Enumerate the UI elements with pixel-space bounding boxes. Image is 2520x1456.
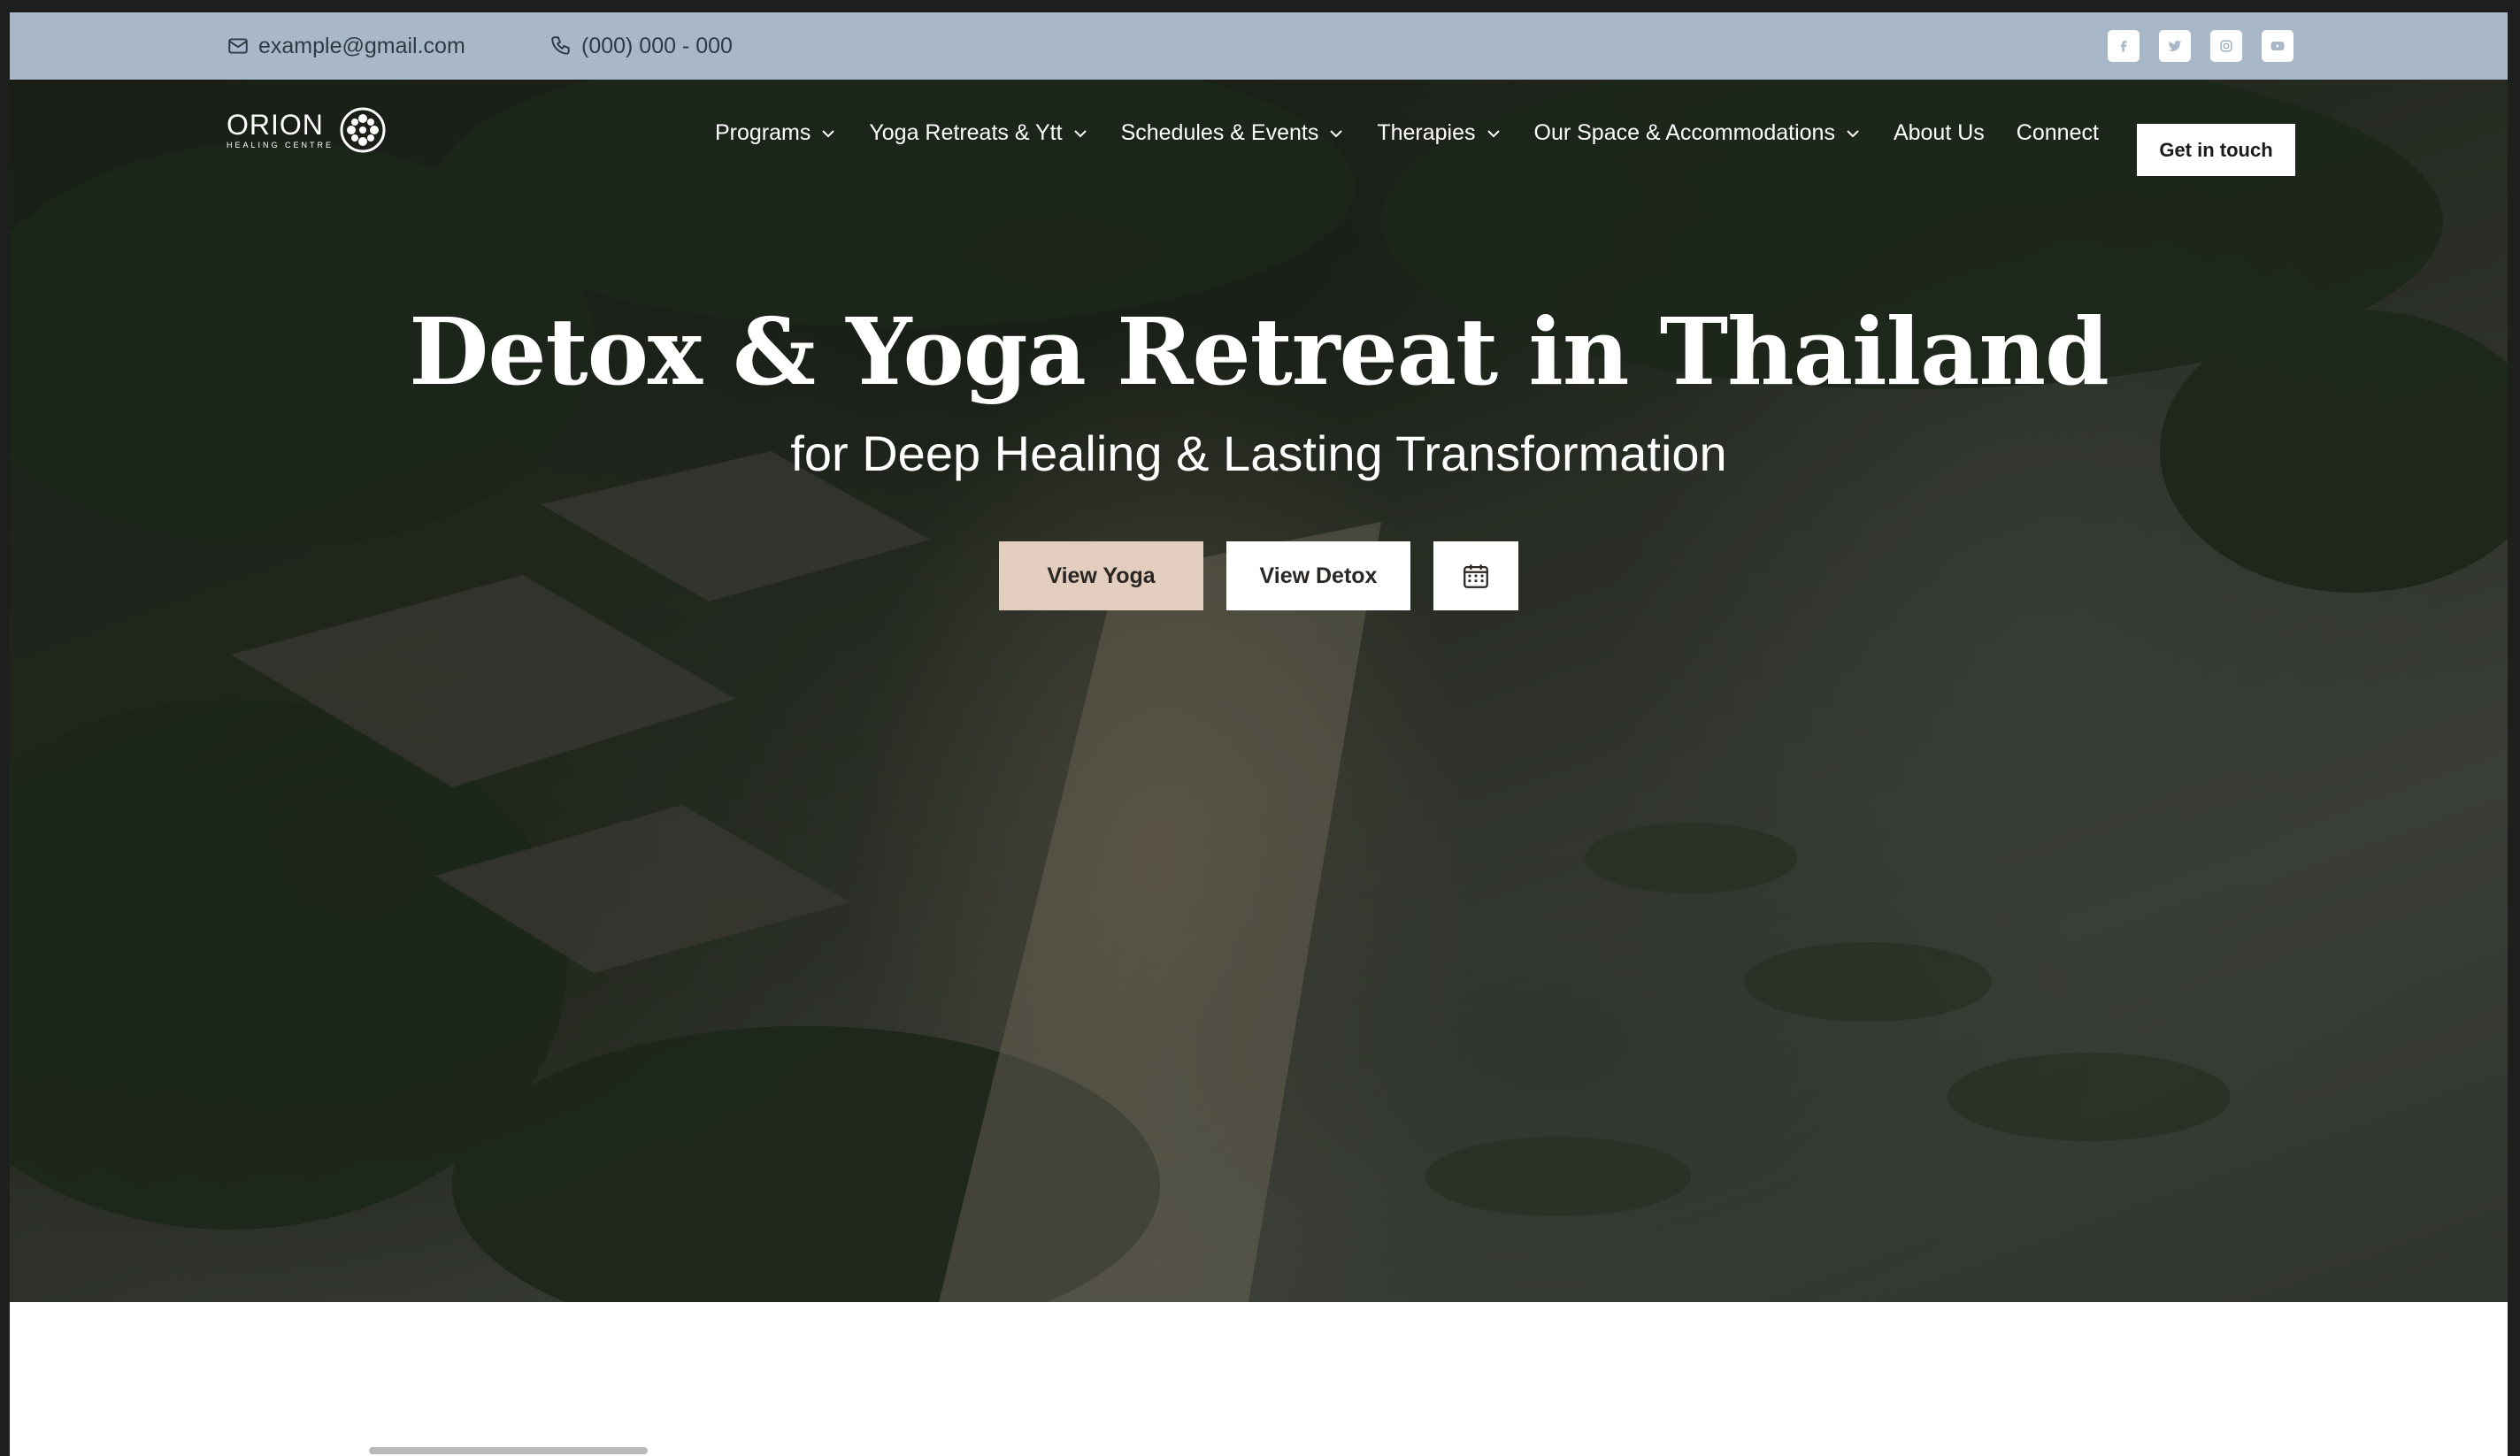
social-links xyxy=(2108,30,2293,62)
nav-label: Our Space & Accommodations xyxy=(1533,120,1835,145)
nav-item-yoga-retreats[interactable]: Yoga Retreats & Ytt xyxy=(869,120,1088,146)
logo-brand: ORION xyxy=(227,109,324,141)
nav-label: Programs xyxy=(715,120,811,145)
mail-icon xyxy=(228,38,248,54)
mandala-logo-icon xyxy=(340,107,386,153)
next-section xyxy=(10,1302,2508,1456)
nav-item-our-space[interactable]: Our Space & Accommodations xyxy=(1534,120,1862,146)
chevron-down-icon xyxy=(822,129,835,137)
nav-item-about-us[interactable]: About Us xyxy=(1894,120,1985,146)
top-info-bar: example@gmail.com (000) 000 - 000 xyxy=(10,12,2508,80)
main-navigation: ORION HEALING CENTRE Programs Yoga Retre… xyxy=(10,80,2508,195)
phone-text[interactable]: (000) 000 - 000 xyxy=(581,34,733,59)
youtube-icon[interactable] xyxy=(2262,30,2293,62)
logo-tagline: HEALING CENTRE xyxy=(227,141,334,149)
facebook-icon[interactable] xyxy=(2108,30,2140,62)
phone-contact[interactable]: (000) 000 - 000 xyxy=(549,12,733,80)
nav-item-therapies[interactable]: Therapies xyxy=(1377,120,1502,146)
hero-subtitle: for Deep Healing & Lasting Transformatio… xyxy=(790,425,1727,481)
nav-label: Connect xyxy=(2016,120,2099,145)
email-contact[interactable]: example@gmail.com xyxy=(227,12,465,80)
nav-label: Yoga Retreats & Ytt xyxy=(869,120,1063,145)
chevron-down-icon xyxy=(1847,129,1859,137)
nav-item-schedules-events[interactable]: Schedules & Events xyxy=(1121,120,1346,146)
nav-item-connect[interactable]: Connect xyxy=(2017,120,2099,146)
hero-dark-overlay xyxy=(10,80,2508,1302)
phone-icon xyxy=(551,36,570,55)
chevron-down-icon xyxy=(1487,129,1500,137)
email-text[interactable]: example@gmail.com xyxy=(258,34,465,59)
orion-logo[interactable]: ORION HEALING CENTRE xyxy=(227,106,387,154)
twitter-icon[interactable] xyxy=(2159,30,2191,62)
nav-item-programs[interactable]: Programs xyxy=(715,120,837,146)
hero-buttons: View Yoga View Detox xyxy=(999,541,1518,610)
hero-title: Detox & Yoga Retreat in Thailand xyxy=(409,297,2109,406)
browser-viewport: example@gmail.com (000) 000 - 000 ORION … xyxy=(10,12,2508,1456)
logo-text: ORION HEALING CENTRE xyxy=(227,110,334,150)
instagram-icon[interactable] xyxy=(2210,30,2242,62)
calendar-button[interactable] xyxy=(1433,541,1518,610)
chevron-down-icon xyxy=(1073,129,1087,137)
nav-label: Therapies xyxy=(1377,120,1476,145)
horizontal-scrollbar[interactable] xyxy=(369,1447,648,1454)
nav-label: Schedules & Events xyxy=(1120,120,1319,145)
view-yoga-button[interactable]: View Yoga xyxy=(999,541,1203,610)
view-detox-button[interactable]: View Detox xyxy=(1226,541,1410,610)
get-in-touch-button[interactable]: Get in touch xyxy=(2137,124,2295,176)
hero-background-image xyxy=(10,80,2508,1302)
nav-label: About Us xyxy=(1893,120,1985,145)
calendar-icon xyxy=(1464,564,1488,588)
nav-menu: Programs Yoga Retreats & Ytt Schedules &… xyxy=(715,120,2099,146)
chevron-down-icon xyxy=(1330,129,1343,137)
